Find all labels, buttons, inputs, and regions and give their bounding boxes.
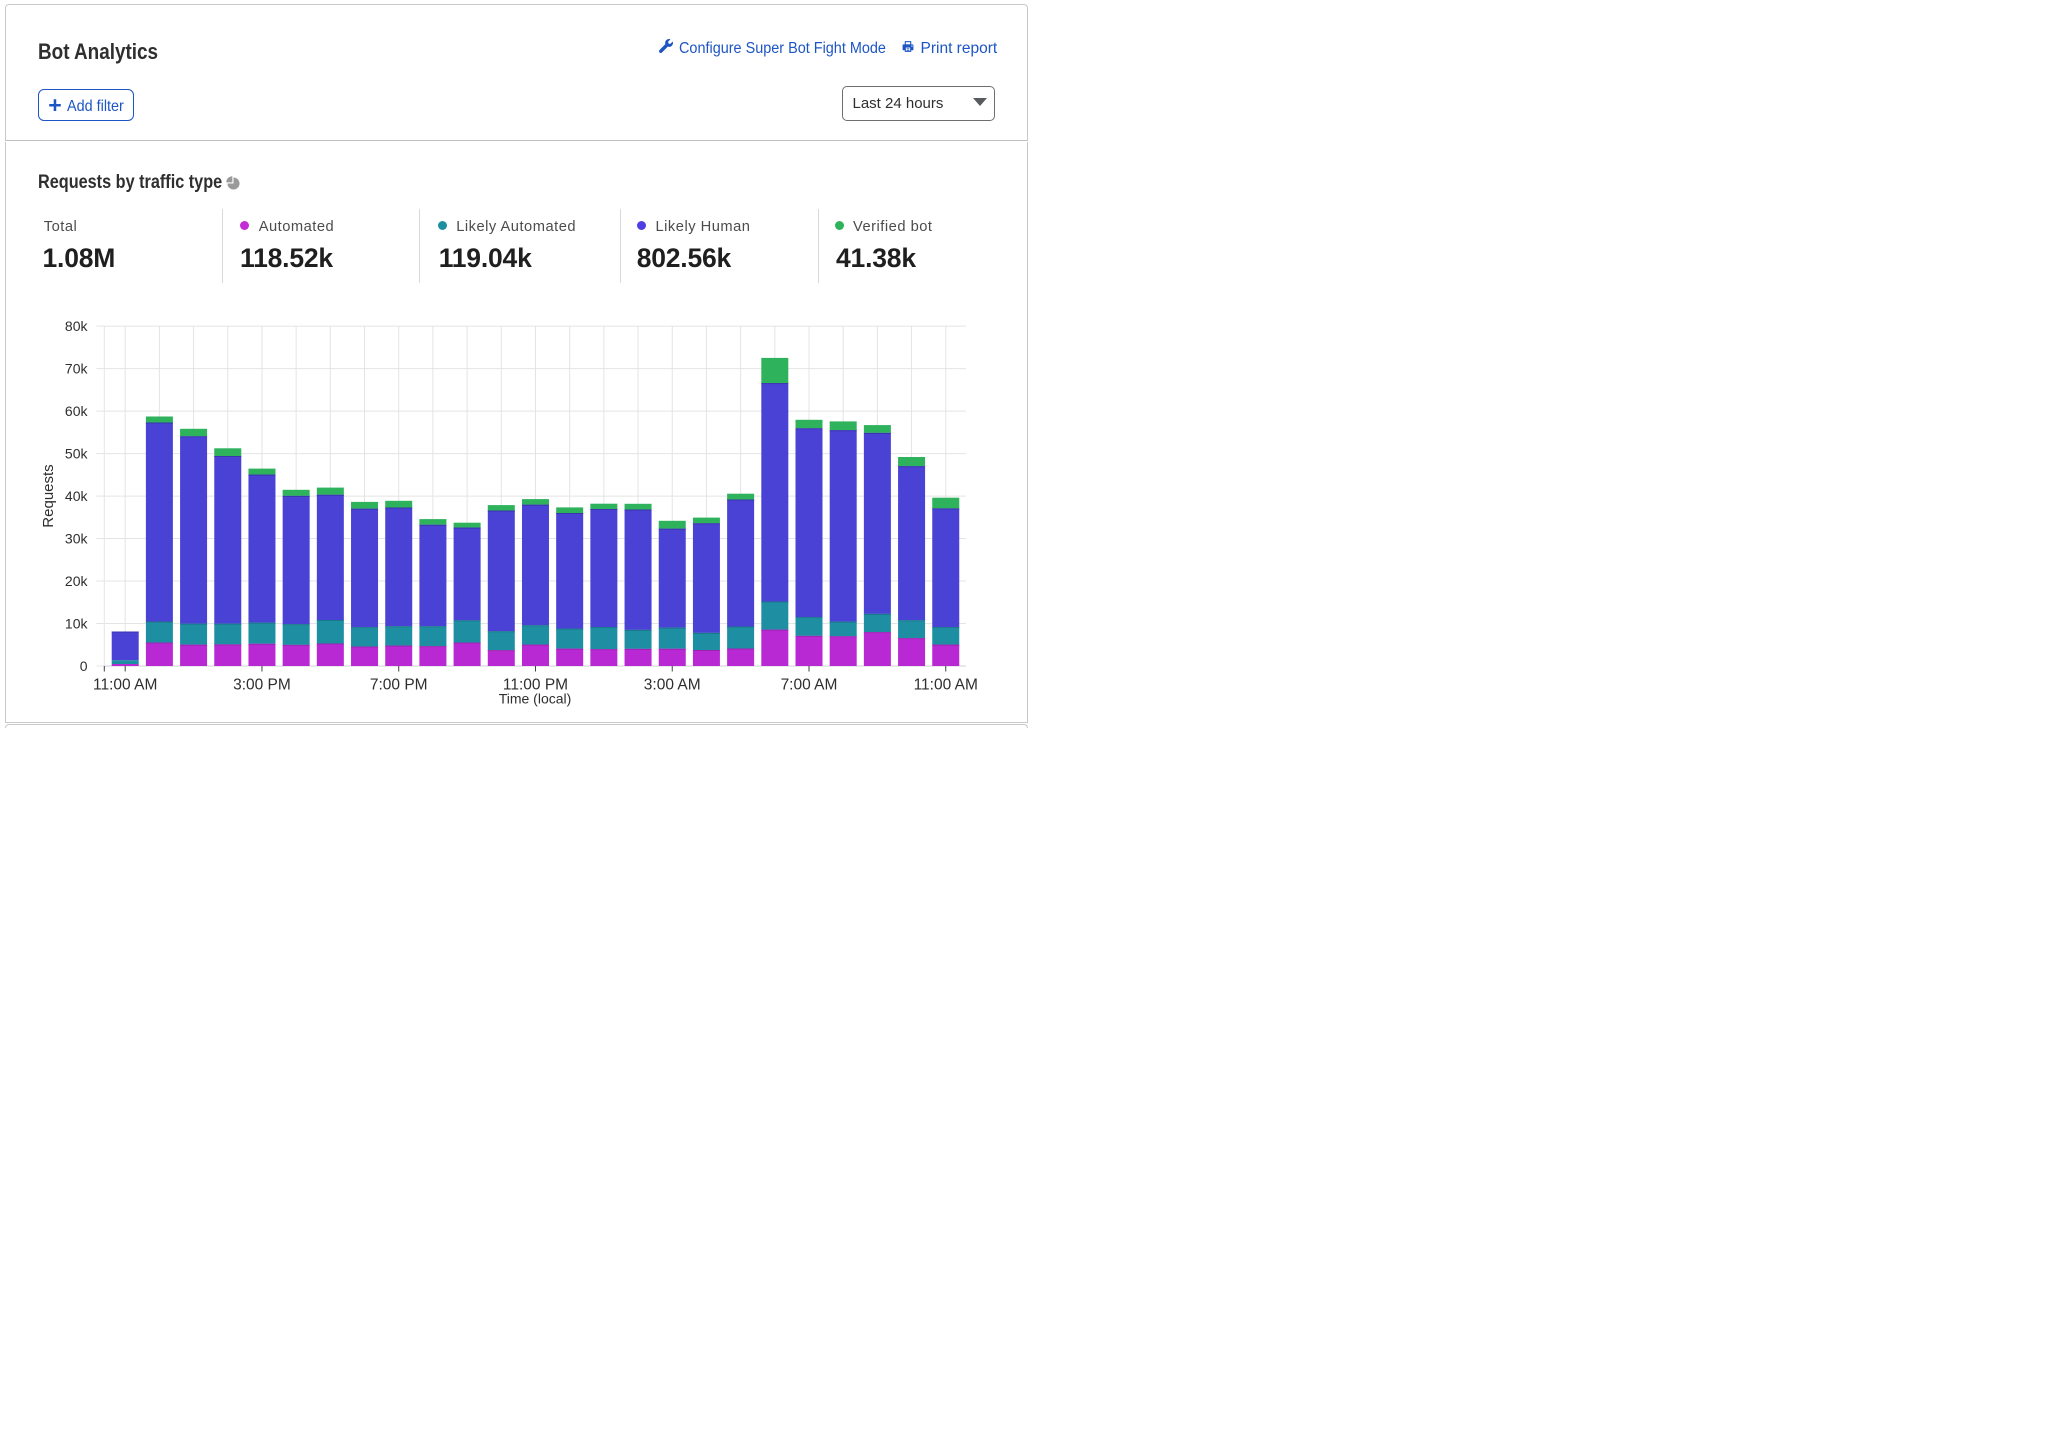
svg-text:20k: 20k — [65, 573, 89, 589]
svg-text:70k: 70k — [65, 361, 89, 377]
svg-text:40k: 40k — [65, 488, 89, 504]
svg-text:10k: 10k — [65, 616, 89, 632]
svg-text:11:00 AM: 11:00 AM — [93, 677, 157, 694]
svg-text:11:00 AM: 11:00 AM — [914, 677, 978, 694]
svg-text:3:00 AM: 3:00 AM — [644, 677, 701, 694]
svg-text:Time (local): Time (local) — [499, 691, 572, 707]
svg-text:60k: 60k — [65, 403, 89, 419]
svg-text:0: 0 — [80, 658, 88, 674]
svg-text:80k: 80k — [65, 318, 89, 334]
svg-text:7:00 AM: 7:00 AM — [781, 677, 838, 694]
svg-text:50k: 50k — [65, 446, 89, 462]
svg-text:30k: 30k — [65, 531, 89, 547]
svg-text:7:00 PM: 7:00 PM — [370, 677, 428, 694]
svg-text:Requests: Requests — [40, 464, 57, 527]
svg-text:3:00 PM: 3:00 PM — [233, 677, 291, 694]
